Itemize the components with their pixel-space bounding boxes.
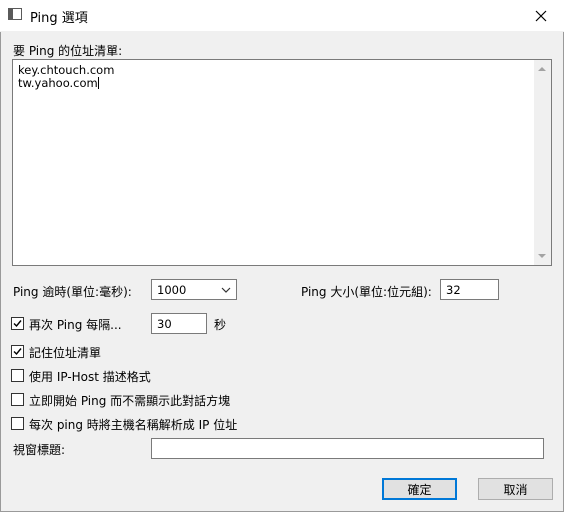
repeat-checkbox[interactable]: [11, 317, 24, 330]
timeout-value: 1000: [157, 283, 187, 297]
ip-host-format-label: 使用 IP-Host 描述格式: [29, 370, 151, 384]
address-list-textarea[interactable]: key.chtouch.com tw.yahoo.com: [12, 59, 552, 266]
address-list-label: 要 Ping 的位址清單:: [13, 44, 123, 58]
remember-list-checkbox[interactable]: [11, 345, 24, 358]
resolve-hostname-label: 每次 ping 時將主機名稱解析成 IP 位址: [29, 418, 238, 432]
checkmark-icon: [13, 320, 22, 328]
window-title: Ping 選項: [30, 11, 88, 26]
scroll-up-icon[interactable]: [538, 67, 546, 71]
resolve-hostname-checkbox[interactable]: [11, 417, 24, 430]
timeout-label: Ping 逾時(單位:毫秒):: [13, 285, 132, 299]
vertical-scrollbar[interactable]: [534, 60, 551, 265]
start-immediately-label: 立即開始 Ping 而不需顯示此對話方塊: [29, 394, 231, 408]
repeat-label: 再次 Ping 每隔...: [29, 318, 122, 332]
window-title-label: 視窗標題:: [13, 443, 66, 457]
checkmark-icon: [13, 348, 22, 356]
close-button[interactable]: [518, 0, 564, 31]
window-icon: [8, 8, 22, 20]
size-input[interactable]: 32: [440, 279, 499, 300]
timeout-select[interactable]: 1000: [151, 279, 237, 300]
repeat-unit-label: 秒: [214, 318, 227, 332]
text-caret: [97, 77, 99, 89]
ip-host-format-checkbox[interactable]: [11, 369, 24, 382]
cancel-button[interactable]: 取消: [478, 478, 553, 500]
start-immediately-checkbox[interactable]: [11, 393, 24, 406]
chevron-down-icon: [221, 287, 231, 293]
ok-button[interactable]: 確定: [382, 478, 457, 500]
remember-list-label: 記住位址清單: [29, 346, 102, 360]
repeat-interval-value: 30: [157, 317, 172, 331]
window-title-input[interactable]: [151, 438, 544, 459]
size-label: Ping 大小(單位:位元組):: [301, 285, 432, 299]
close-icon: [535, 10, 547, 21]
title-bar: Ping 選項: [0, 0, 564, 32]
size-value: 32: [446, 283, 461, 297]
repeat-interval-input[interactable]: 30: [151, 313, 207, 334]
address-line: tw.yahoo.com: [18, 76, 98, 90]
scroll-down-icon[interactable]: [538, 254, 546, 258]
